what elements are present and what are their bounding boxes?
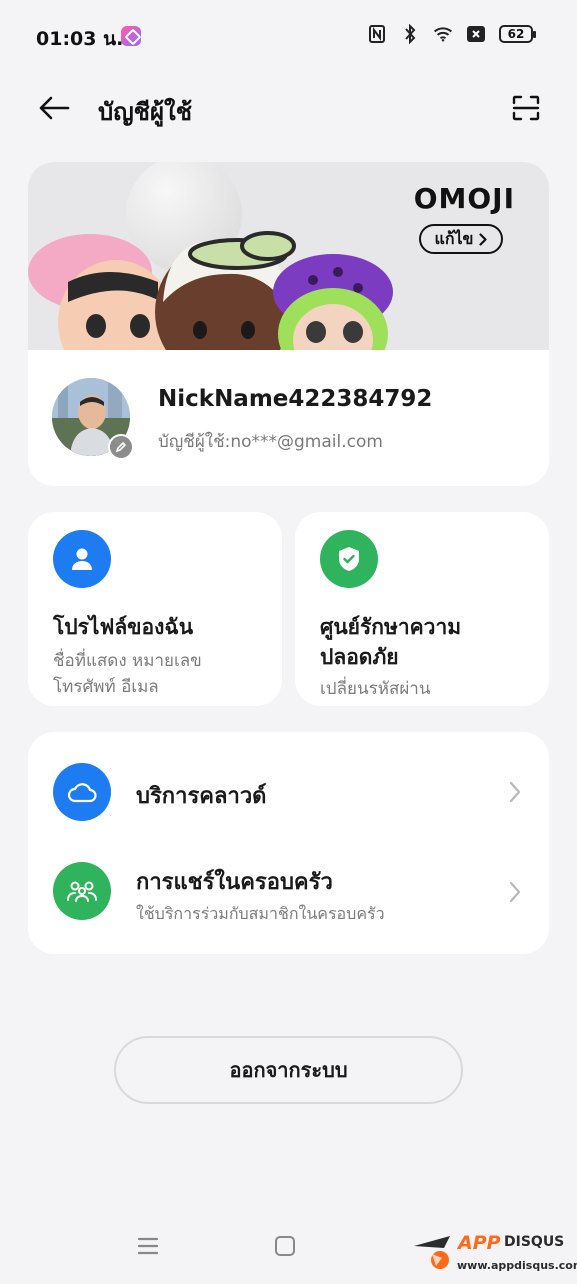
watermark-app: APP <box>458 1232 501 1254</box>
nav-menu-button[interactable] <box>137 1235 159 1257</box>
pencil-icon <box>115 441 127 453</box>
security-subtitle: เปลี่ยนรหัสผ่าน <box>320 679 431 699</box>
profile-card[interactable]: OMOJI แก้ไข NickName422384792 บัญชีผู้ใช… <box>28 162 549 486</box>
my-profile-subtitle-line2: โทรศัพท์ อีเมล <box>53 677 159 697</box>
back-button[interactable] <box>34 88 74 128</box>
nfc-icon <box>367 24 387 44</box>
omoji-edit-label: แก้ไข <box>434 228 474 248</box>
cloud-service-title: บริการคลาวด์ <box>136 784 267 809</box>
watermark-disqus: DISQUS <box>504 1234 565 1250</box>
security-title-line2: ปลอดภัย <box>320 645 399 669</box>
watermark: APP DISQUS www.appdisqus.com <box>410 1232 577 1276</box>
avatar-edit-button[interactable] <box>108 434 134 460</box>
family-sharing-title: การแชร์ในครอบครัว <box>136 870 333 895</box>
family-sharing-subtitle: ใช้บริการร่วมกับสมาชิกในครอบครัว <box>136 904 385 923</box>
omoji-logo: OMOJI <box>413 182 515 215</box>
omoji-edit-button[interactable]: แก้ไข <box>419 224 503 254</box>
services-card: บริการคลาวด์ การแชร์ในครอบครัว ใช้บริการ… <box>28 732 549 954</box>
nav-home-button[interactable] <box>275 1236 295 1256</box>
nickname: NickName422384792 <box>158 386 433 412</box>
chevron-right-icon <box>507 780 523 804</box>
app-notification-icon <box>121 26 141 46</box>
cloud-icon <box>53 763 111 821</box>
family-icon <box>53 862 111 920</box>
logout-button[interactable]: ออกจากระบบ <box>114 1036 463 1104</box>
cloud-service-item[interactable]: บริการคลาวด์ <box>28 742 549 842</box>
security-title-line1: ศูนย์รักษาความ <box>320 615 462 639</box>
sim-off-icon <box>466 24 486 44</box>
security-center-tile[interactable]: ศูนย์รักษาความ ปลอดภัย เปลี่ยนรหัสผ่าน <box>295 512 549 706</box>
person-icon <box>53 530 111 588</box>
battery-icon: 62 <box>499 25 536 43</box>
status-bar: 01:03 น. 62 <box>0 0 577 70</box>
scan-icon <box>512 95 540 121</box>
watermark-logo-icon <box>414 1236 450 1269</box>
watermark-url: www.appdisqus.com <box>457 1259 577 1272</box>
shield-check-icon <box>320 530 378 588</box>
chevron-right-icon <box>507 880 523 904</box>
bluetooth-icon <box>400 24 420 44</box>
scan-button[interactable] <box>506 88 546 128</box>
arrow-left-icon <box>39 96 70 120</box>
chevron-right-icon <box>479 232 488 246</box>
family-sharing-item[interactable]: การแชร์ในครอบครัว ใช้บริการร่วมกับสมาชิก… <box>28 842 549 942</box>
omoji-banner[interactable]: OMOJI แก้ไข <box>28 162 549 350</box>
my-profile-tile[interactable]: โปรไฟล์ของฉัน ชื่อที่แสดง หมายเลข โทรศัพ… <box>28 512 282 706</box>
wifi-icon <box>433 24 453 44</box>
account-email: บัญชีผู้ใช้:no***@gmail.com <box>158 432 383 452</box>
my-profile-title: โปรไฟล์ของฉัน <box>53 615 194 639</box>
status-icons: 62 <box>367 24 536 44</box>
menu-icon <box>137 1237 159 1255</box>
my-profile-subtitle-line1: ชื่อที่แสดง หมายเลข <box>53 651 202 671</box>
status-time: 01:03 น. <box>36 28 124 50</box>
page-title: บัญชีผู้ใช้ <box>98 98 193 126</box>
